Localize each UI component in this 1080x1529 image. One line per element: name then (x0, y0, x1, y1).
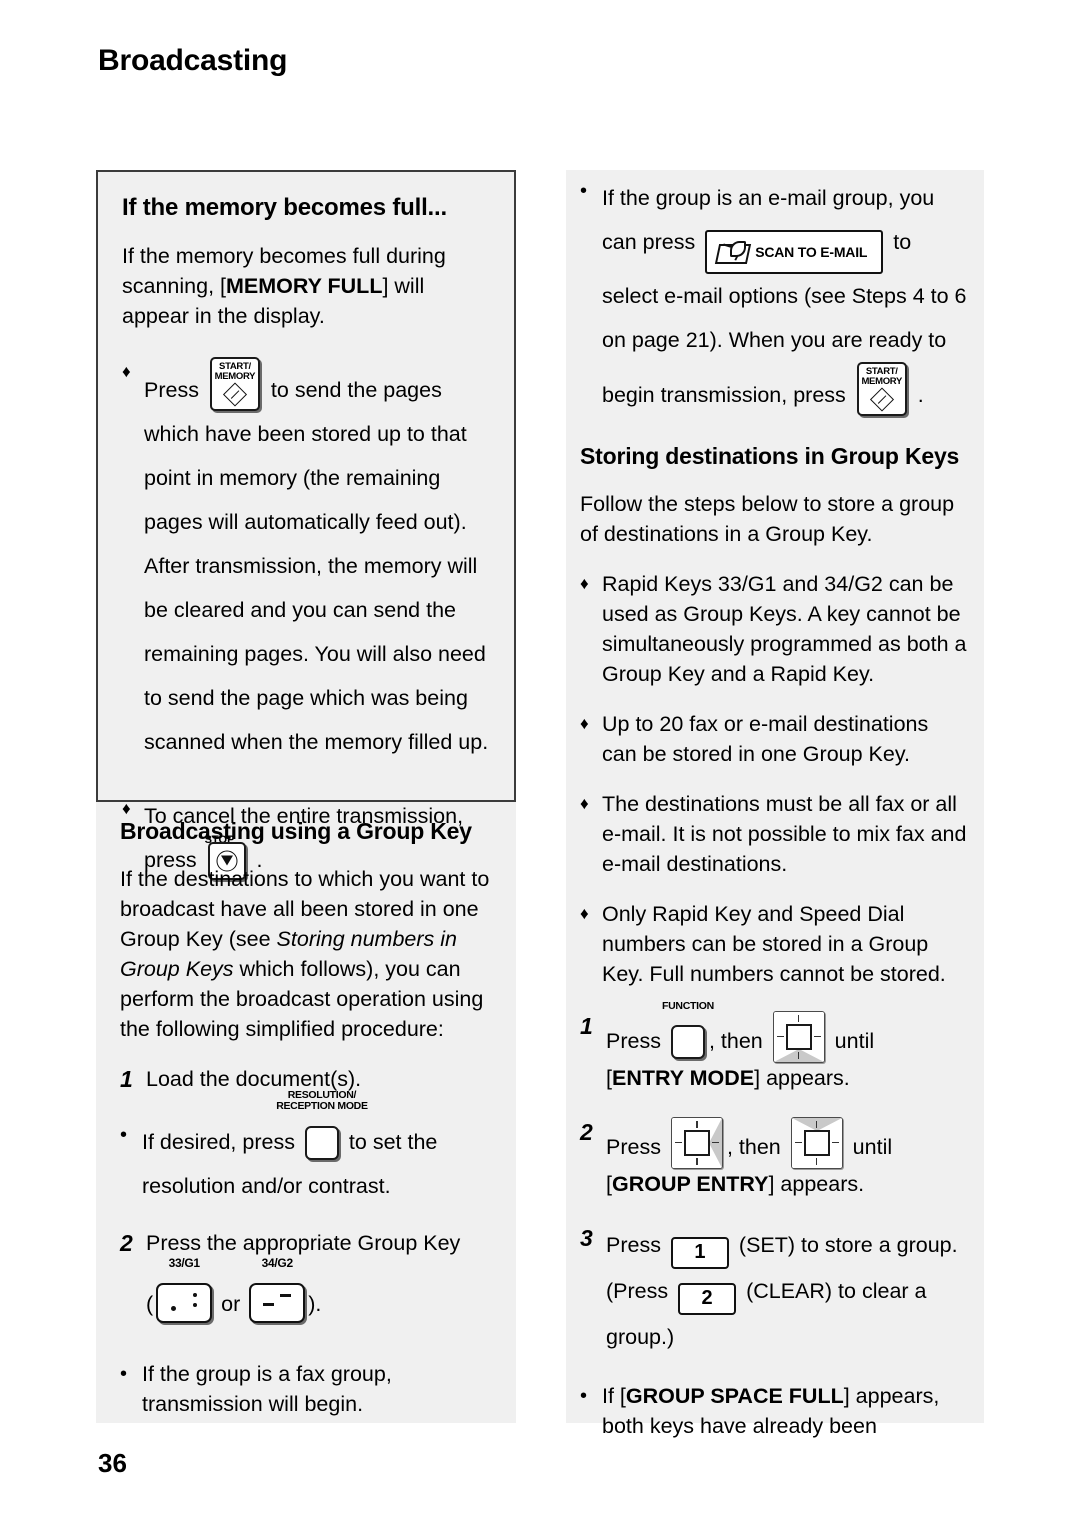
function-key-icon[interactable] (670, 1024, 705, 1059)
callout-bullet-0-post: to send the pages which have been stored… (144, 377, 489, 754)
memory-full-callout: If the memory becomes full... If the mem… (96, 170, 516, 881)
step2-mid: , then (726, 1134, 787, 1159)
step-text: Press the appropriate Group Key (146, 1230, 461, 1255)
page-number: 36 (98, 1448, 127, 1478)
speed-dial-bullet-text: Only Rapid Key and Speed Dial numbers ca… (602, 901, 946, 986)
rapid-key-33-g1-icon[interactable] (156, 1282, 213, 1323)
broadcasting-group-key-section: Broadcasting using a Group Key If the de… (96, 818, 516, 1439)
step-3-set-clear: 3 Press 1 (SET) to store a group. (Press… (580, 1223, 968, 1359)
diamond-bullet-icon: ♦ (580, 903, 589, 923)
step-press-group-key: 2 Press the appropriate Group Key (120, 1228, 492, 1258)
start-memory-key-icon[interactable]: START/MEMORY (209, 356, 260, 411)
all-fax-or-email-bullet: ♦ The destinations must be all fax or al… (580, 789, 968, 879)
rapid-key-33-label: 33/G1 (168, 1255, 201, 1270)
press-label: Press (144, 377, 205, 402)
rapid-key-33-wrapper: 33/G1 (153, 1257, 215, 1333)
step-number: 1 (120, 1065, 133, 1092)
speed-dial-bullet: ♦ Only Rapid Key and Speed Dial numbers … (580, 899, 968, 989)
arrow-pad-right-key-icon[interactable] (670, 1116, 723, 1169)
numeric-key-2-icon[interactable]: 2 (678, 1282, 737, 1315)
email-group-bullet: • If the group is an e-mail group, you c… (580, 176, 968, 417)
scan-to-email-label: SCAN TO E-MAIL (755, 244, 868, 260)
envelope-icon (715, 241, 752, 264)
group-space-full-bullet: • If [GROUP SPACE FULL] appears, both ke… (580, 1381, 968, 1441)
group-key-glyph-line: (33/G1 or 34/G2). (146, 1257, 492, 1333)
step3-pre: Press (606, 1232, 667, 1257)
function-key-wrapper: FUNCTION (662, 1000, 714, 1059)
callout-bullet-start-memory: ♦ Press START/MEMORY to send the pages w… (122, 356, 490, 764)
right-column-content: • If the group is an e-mail group, you c… (566, 176, 984, 1461)
rapid-key-34-label: 34/G2 (261, 1255, 294, 1270)
step1-post: until (828, 1028, 875, 1053)
dot-bullet-icon: • (120, 1362, 128, 1385)
start-memory-key-icon[interactable]: START/MEMORY (856, 362, 907, 416)
rapid-key-34-g2-icon[interactable] (249, 1282, 306, 1323)
rapid-key-34-wrapper: 34/G2 (246, 1257, 308, 1333)
paren-open: ( (146, 1291, 154, 1316)
step-number: 2 (580, 1118, 593, 1145)
resolution-bullet: • If desired, press RESOLUTION/RECEPTION… (120, 1089, 492, 1208)
or-label: or (215, 1291, 247, 1316)
resolution-key-label: RESOLUTION/RECEPTION MODE (276, 1088, 368, 1112)
step-1-entry-mode: 1 Press FUNCTION, then until [ENTRY MODE… (580, 1000, 968, 1093)
callout-intro: If the memory becomes full during scanni… (122, 241, 490, 331)
page-title: Broadcasting (98, 44, 288, 77)
callout-title: If the memory becomes full... (122, 194, 447, 221)
numeric-key-1-icon[interactable]: 1 (670, 1236, 729, 1269)
dot-bullet-icon: • (580, 1384, 588, 1407)
email-bullet-post: . (911, 383, 924, 407)
fax-group-text: If the group is a fax group, transmissio… (142, 1361, 392, 1416)
arrow-pad-up-key-icon[interactable] (790, 1116, 843, 1169)
rapid-keys-bullet: ♦ Rapid Keys 33/G1 and 34/G2 can be used… (580, 569, 968, 689)
step1-mid: , then (708, 1028, 769, 1053)
paren-close: ). (308, 1291, 322, 1316)
scan-to-email-key-icon[interactable]: SCAN TO E-MAIL (705, 230, 884, 274)
section-title-storing-destinations: Storing destinations in Group Keys (580, 443, 960, 469)
diamond-bullet-icon: ♦ (580, 793, 589, 813)
step-number: 1 (580, 1012, 593, 1039)
entry-mode-token: ENTRY MODE (611, 1065, 755, 1090)
diamond-bullet-icon: ♦ (580, 573, 589, 593)
function-key-label: FUNCTION (662, 999, 714, 1012)
group-entry-token: GROUP ENTRY (611, 1171, 769, 1196)
step1-pre: Press (606, 1028, 667, 1053)
storing-intro: Follow the steps below to store a group … (580, 491, 955, 546)
fax-group-bullet: • If the group is a fax group, transmiss… (120, 1359, 492, 1419)
capacity-bullet: ♦ Up to 20 fax or e-mail destinations ca… (580, 709, 968, 769)
rapid-keys-bullet-text: Rapid Keys 33/G1 and 34/G2 can be used a… (602, 571, 967, 686)
step-number: 3 (580, 1224, 593, 1251)
diamond-bullet-icon: ♦ (122, 361, 131, 381)
broadcast-intro: If the destinations to which you want to… (120, 864, 492, 1044)
dot-bullet-icon: • (120, 1123, 128, 1146)
section-title-broadcasting-group-key: Broadcasting using a Group Key (120, 818, 472, 844)
step2-post: until (846, 1134, 893, 1159)
step2-pre: Press (606, 1134, 667, 1159)
resolution-key-wrapper: RESOLUTION/RECEPTION MODE (276, 1089, 368, 1160)
step2-result-close: ] appears. (768, 1171, 865, 1196)
diamond-bullet-icon: ♦ (580, 713, 589, 733)
group-space-full-token: GROUP SPACE FULL (625, 1383, 844, 1408)
capacity-bullet-text: Up to 20 fax or e-mail destinations can … (602, 711, 929, 766)
arrow-pad-down-key-icon[interactable] (772, 1010, 825, 1063)
warning-pre: If [ (602, 1383, 626, 1408)
resolution-reception-mode-key-icon[interactable] (304, 1125, 339, 1160)
all-fax-or-email-text: The destinations must be all fax or all … (602, 791, 967, 876)
manual-page: Broadcasting If the memory becomes full.… (0, 0, 1080, 1529)
step-number: 2 (120, 1229, 133, 1256)
dot-bullet-icon: • (580, 180, 588, 202)
step1-result-close: ] appears. (754, 1065, 850, 1090)
memory-full-token: MEMORY FULL (225, 273, 383, 298)
step-2-group-entry: 2 Press , then until [GROUP ENTRY] appea… (580, 1116, 968, 1199)
resolution-pre-text: If desired, press (142, 1129, 301, 1154)
